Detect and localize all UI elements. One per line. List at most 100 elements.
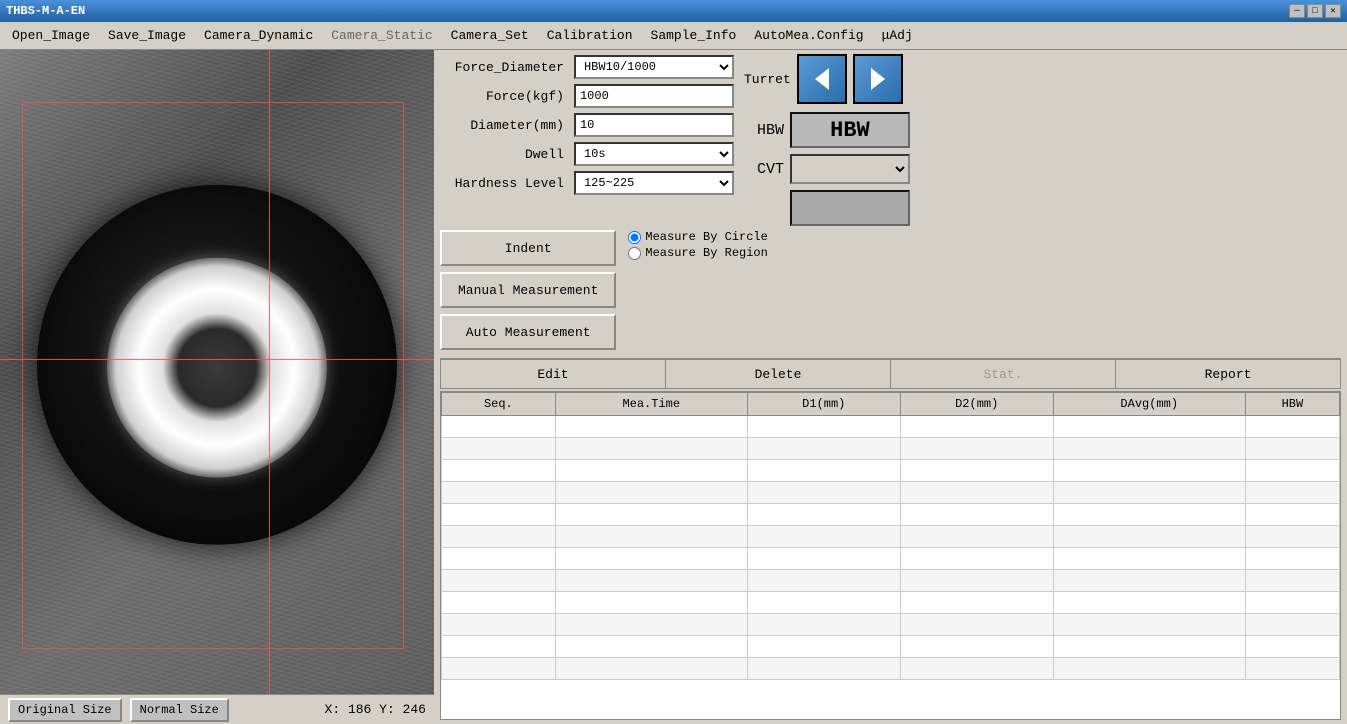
table-row[interactable] (441, 438, 1339, 460)
back-arrow-icon (807, 64, 837, 94)
image-statusbar: Original Size Normal Size X: 186 Y: 246 (0, 694, 434, 724)
force-kgf-row: Force(kgf) (440, 83, 734, 109)
microscope-image (0, 50, 434, 694)
menu-uadj[interactable]: μAdj (874, 25, 921, 46)
title-bar-text: THBS-M-A-EN (6, 4, 85, 18)
menu-automea-config[interactable]: AutoMea.Config (746, 25, 871, 46)
auto-measurement-button[interactable]: Auto Measurement (440, 314, 616, 350)
hbw-cvt-section: HBW HBW CVT (744, 112, 1341, 226)
force-diameter-select[interactable]: HBW10/1000 HBW5/750 HBW2.5/187.5 (574, 55, 734, 79)
table-row[interactable] (441, 460, 1339, 482)
col-seq: Seq. (441, 393, 555, 416)
crosshair-vertical (269, 50, 270, 694)
cvt-select[interactable] (790, 154, 910, 184)
menu-camera-set[interactable]: Camera_Set (443, 25, 537, 46)
middle-area: Indent Manual Measurement Auto Measureme… (440, 230, 1341, 350)
table-row[interactable] (441, 658, 1339, 680)
menu-camera-dynamic[interactable]: Camera_Dynamic (196, 25, 321, 46)
diameter-label: Diameter(mm) (440, 118, 570, 133)
col-mea-time: Mea.Time (555, 393, 747, 416)
menu-open-image[interactable]: Open_Image (4, 25, 98, 46)
right-panel: Force_Diameter HBW10/1000 HBW5/750 HBW2.… (434, 50, 1347, 724)
stat-button[interactable]: Stat. (890, 359, 1115, 389)
force-kgf-input[interactable] (574, 84, 734, 108)
data-table: Seq. Mea.Time D1(mm) D2(mm) DAvg(mm) HBW (441, 392, 1340, 680)
measure-by-region-label: Measure By Region (645, 246, 767, 260)
dwell-label: Dwell (440, 147, 570, 162)
dwell-select[interactable]: 10s 15s 20s (574, 142, 734, 166)
right-col: Turret HBW (740, 54, 1341, 226)
turret-back-button[interactable] (797, 54, 847, 104)
data-table-container: Seq. Mea.Time D1(mm) D2(mm) DAvg(mm) HBW (440, 391, 1341, 720)
edit-button[interactable]: Edit (440, 359, 665, 389)
table-row[interactable] (441, 636, 1339, 658)
measure-by-circle-label: Measure By Circle (645, 230, 767, 244)
cvt-row: CVT (744, 154, 1341, 184)
menu-bar: Open_Image Save_Image Camera_Dynamic Cam… (0, 22, 1347, 50)
table-row[interactable] (441, 548, 1339, 570)
cvt-value-row (744, 190, 1341, 226)
coordinates-display: X: 186 Y: 246 (325, 702, 426, 717)
top-area: Force_Diameter HBW10/1000 HBW5/750 HBW2.… (440, 54, 1341, 226)
table-row[interactable] (441, 614, 1339, 636)
diameter-input[interactable] (574, 113, 734, 137)
minimize-button[interactable]: ─ (1289, 4, 1305, 18)
forward-arrow-icon (863, 64, 893, 94)
measure-by-region-radio[interactable] (628, 247, 641, 260)
hbw-label: HBW (744, 122, 784, 139)
table-header-row: Seq. Mea.Time D1(mm) D2(mm) DAvg(mm) HBW (441, 393, 1339, 416)
delete-button[interactable]: Delete (665, 359, 890, 389)
col-davg: DAvg(mm) (1053, 393, 1245, 416)
maximize-button[interactable]: □ (1307, 4, 1323, 18)
table-body (441, 416, 1339, 680)
toolbar-row: Edit Delete Stat. Report (440, 358, 1341, 389)
measure-by-region-row: Measure By Region (628, 246, 767, 260)
force-diameter-row: Force_Diameter HBW10/1000 HBW5/750 HBW2.… (440, 54, 734, 80)
normal-size-button[interactable]: Normal Size (130, 698, 229, 722)
col-d2: D2(mm) (900, 393, 1053, 416)
main-content: Original Size Normal Size X: 186 Y: 246 … (0, 50, 1347, 724)
table-row[interactable] (441, 482, 1339, 504)
radio-group: Measure By Circle Measure By Region (628, 230, 767, 260)
close-button[interactable]: ✕ (1325, 4, 1341, 18)
dwell-row: Dwell 10s 15s 20s (440, 141, 734, 167)
measure-by-circle-radio[interactable] (628, 231, 641, 244)
force-kgf-label: Force(kgf) (440, 89, 570, 104)
menu-camera-static[interactable]: Camera_Static (323, 25, 440, 46)
form-controls: Force_Diameter HBW10/1000 HBW5/750 HBW2.… (440, 54, 734, 226)
diameter-row: Diameter(mm) (440, 112, 734, 138)
turret-label: Turret (744, 72, 791, 87)
table-row[interactable] (441, 526, 1339, 548)
turret-area: Turret (744, 54, 1341, 104)
menu-save-image[interactable]: Save_Image (100, 25, 194, 46)
action-buttons-col: Indent Manual Measurement Auto Measureme… (440, 230, 616, 350)
menu-calibration[interactable]: Calibration (539, 25, 641, 46)
table-row[interactable] (441, 592, 1339, 614)
title-bar-buttons: ─ □ ✕ (1289, 4, 1341, 18)
hbw-display: HBW (790, 112, 910, 148)
manual-measurement-button[interactable]: Manual Measurement (440, 272, 616, 308)
table-row[interactable] (441, 416, 1339, 438)
table-row[interactable] (441, 570, 1339, 592)
crosshair-horizontal (0, 359, 434, 360)
table-row[interactable] (441, 504, 1339, 526)
original-size-button[interactable]: Original Size (8, 698, 122, 722)
turret-forward-button[interactable] (853, 54, 903, 104)
image-panel: Original Size Normal Size X: 186 Y: 246 (0, 50, 434, 724)
indent-button[interactable]: Indent (440, 230, 616, 266)
report-button[interactable]: Report (1115, 359, 1341, 389)
hardness-level-select[interactable]: 125~225 100~200 150~250 (574, 171, 734, 195)
title-bar: THBS-M-A-EN ─ □ ✕ (0, 0, 1347, 22)
cvt-value-display (790, 190, 910, 226)
col-d1: D1(mm) (747, 393, 900, 416)
image-container[interactable] (0, 50, 434, 694)
hardness-level-row: Hardness Level 125~225 100~200 150~250 (440, 170, 734, 196)
hbw-row: HBW HBW (744, 112, 1341, 148)
menu-sample-info[interactable]: Sample_Info (643, 25, 745, 46)
measure-rectangle (22, 102, 404, 649)
cvt-label: CVT (744, 161, 784, 178)
hardness-level-label: Hardness Level (440, 176, 570, 191)
measure-by-circle-row: Measure By Circle (628, 230, 767, 244)
force-diameter-label: Force_Diameter (440, 60, 570, 75)
col-hbw: HBW (1245, 393, 1339, 416)
